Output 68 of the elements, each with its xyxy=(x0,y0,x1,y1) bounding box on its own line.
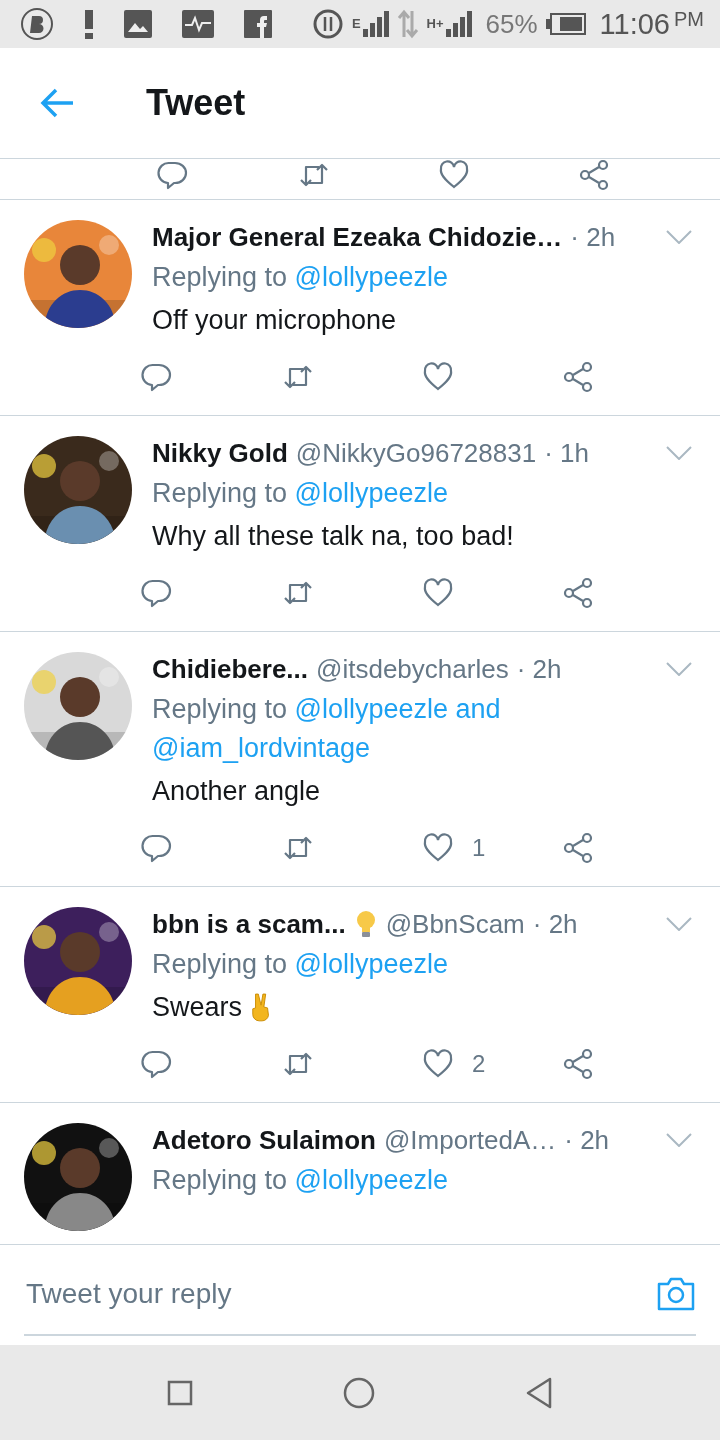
reply-icon[interactable] xyxy=(140,1048,172,1080)
share-icon[interactable] xyxy=(578,159,610,191)
mention-link[interactable]: @lollypeezle xyxy=(294,949,449,979)
like-count: 2 xyxy=(472,1050,486,1078)
data-arrows-icon xyxy=(396,9,419,39)
home-icon[interactable] xyxy=(343,1376,375,1409)
recent-apps-icon[interactable] xyxy=(167,1379,193,1406)
share-icon[interactable] xyxy=(562,361,594,393)
share-icon[interactable] xyxy=(562,832,594,864)
user-handle[interactable]: @NikkyGo96728831 xyxy=(295,437,537,469)
replying-to-text: Replying to @lollypeezle xyxy=(152,948,450,981)
user-name[interactable]: Nikky Gold xyxy=(152,437,288,469)
user-name[interactable]: bbn is a scam... xyxy=(152,908,346,940)
reply-input-field[interactable]: Tweet your reply xyxy=(24,1277,656,1311)
like-count: 1 xyxy=(472,834,486,862)
tweet-time: · 2h xyxy=(516,653,562,685)
sync-icon xyxy=(311,8,344,40)
reply-icon[interactable] xyxy=(140,577,172,609)
clock-meridiem: PM xyxy=(674,7,704,31)
reply-icon[interactable] xyxy=(140,361,172,393)
user-name[interactable]: Chidiebere... xyxy=(152,653,309,685)
signal-icon xyxy=(362,11,389,37)
clock: 11:06 xyxy=(599,7,670,41)
tweet-text: Swears xyxy=(152,991,243,1023)
back-arrow-icon[interactable] xyxy=(40,88,74,118)
network-type: E xyxy=(351,15,361,31)
network-type: H+ xyxy=(426,15,444,31)
heart-icon[interactable] xyxy=(422,1048,454,1080)
mention-link[interactable]: @lollypeezle xyxy=(294,1165,449,1195)
camera-icon[interactable] xyxy=(656,1276,696,1312)
tweet-text: Another angle xyxy=(152,775,321,807)
tweet-time: · 2h xyxy=(570,221,616,253)
mention-link[interactable]: @lollypeezle xyxy=(294,262,449,292)
user-handle[interactable]: @ImportedA… xyxy=(383,1124,557,1156)
user-handle[interactable]: @BbnScam xyxy=(385,908,525,940)
tweet-text: Off your microphone xyxy=(152,304,397,336)
replying-to-text: Replying to @lollypeezle and @iam_lordvintage xyxy=(152,693,502,765)
tweet-time: · 1h xyxy=(544,437,589,469)
mention-link[interactable]: @iam_lordvintage xyxy=(152,733,371,763)
mention-link[interactable]: @lollypeezle xyxy=(294,478,449,508)
reply-icon[interactable] xyxy=(156,159,188,191)
image-icon xyxy=(124,10,152,38)
share-icon[interactable] xyxy=(562,1048,594,1080)
battery-icon xyxy=(545,13,586,35)
reply-icon[interactable] xyxy=(140,832,172,864)
b-circle-icon xyxy=(20,7,54,41)
mention-link[interactable]: @lollypeezle xyxy=(294,694,449,724)
heart-icon[interactable] xyxy=(422,832,454,864)
back-icon[interactable] xyxy=(525,1376,553,1409)
replying-to-text: Replying to @lollypeezle xyxy=(152,261,450,294)
user-name[interactable]: Adetoro Sulaimon xyxy=(152,1124,376,1156)
pulse-icon xyxy=(182,10,214,38)
signal-icon xyxy=(445,11,472,37)
replying-to-text: Replying to @lollypeezle xyxy=(152,477,450,510)
battery-percent: 65% xyxy=(485,8,538,40)
heart-icon[interactable] xyxy=(422,361,454,393)
heart-icon[interactable] xyxy=(422,577,454,609)
tweet-text: Why all these talk na, too bad! xyxy=(152,520,514,552)
tweet-time: · 2h xyxy=(532,908,578,940)
user-handle[interactable]: @itsdebycharles xyxy=(316,653,509,685)
facebook-icon xyxy=(244,10,272,38)
share-icon[interactable] xyxy=(562,577,594,609)
user-name[interactable]: Major General Ezeaka Chidozie… xyxy=(152,221,563,253)
tweet-time: · 2h xyxy=(564,1124,610,1156)
alert-icon xyxy=(84,8,94,40)
page-title: Tweet xyxy=(146,82,246,124)
heart-icon[interactable] xyxy=(438,159,470,191)
replying-to-text: Replying to @lollypeezle xyxy=(152,1164,450,1197)
